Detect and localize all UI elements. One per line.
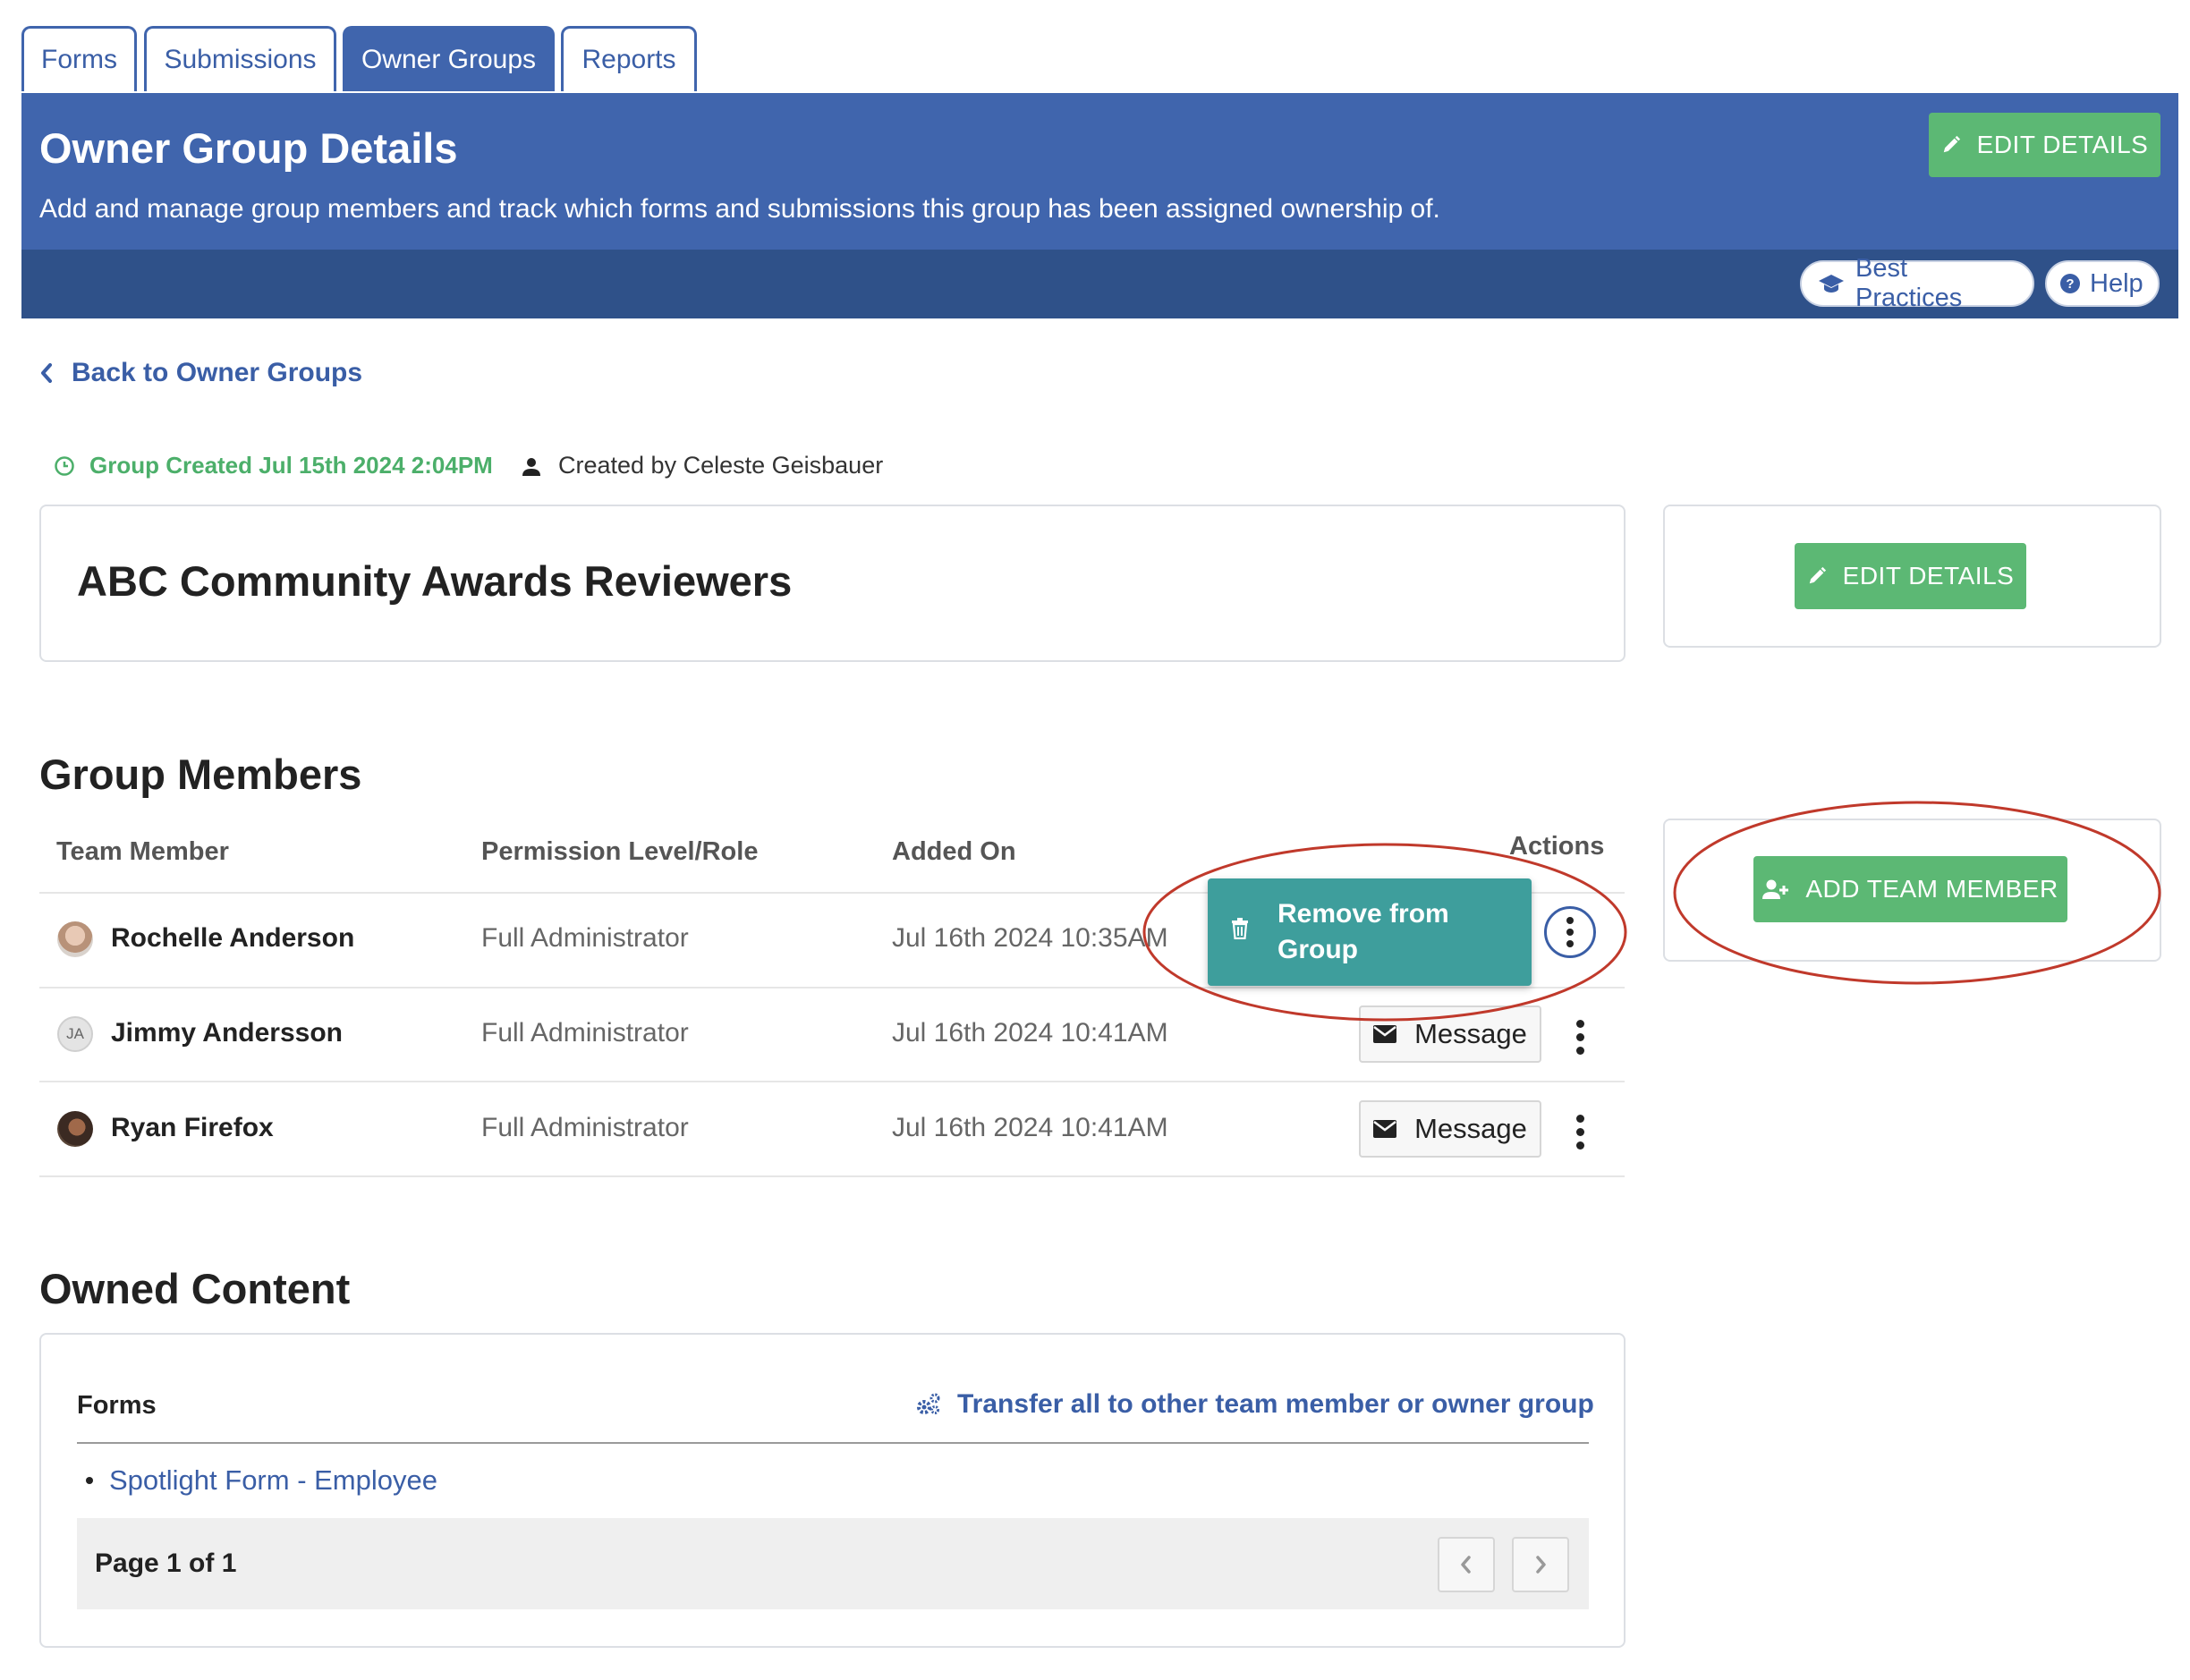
remove-from-group-label-line1: Remove from — [1278, 899, 1449, 929]
chevron-right-icon — [1534, 1555, 1547, 1574]
envelope-icon — [1373, 1025, 1397, 1043]
clock-icon — [54, 455, 75, 477]
group-members-heading: Group Members — [39, 751, 362, 798]
remove-from-group-label: Remove from Group — [1278, 896, 1449, 968]
header-edit-details-label: EDIT DETAILS — [1976, 131, 2149, 158]
group-created-info: Group Created Jul 15th 2024 2:04PM — [54, 452, 493, 479]
forms-divider — [77, 1442, 1589, 1444]
member-added-on: Jul 16th 2024 10:41AM — [892, 1113, 1168, 1142]
svg-text:?: ? — [2066, 276, 2074, 292]
tab-owner-groups[interactable]: Owner Groups — [343, 26, 555, 91]
message-label: Message — [1414, 1018, 1527, 1049]
member-added-on: Jul 16th 2024 10:41AM — [892, 1018, 1168, 1048]
header-edit-details-button[interactable]: EDIT DETAILS — [1929, 113, 2160, 177]
next-page-button[interactable] — [1512, 1537, 1569, 1592]
owned-content-heading: Owned Content — [39, 1265, 351, 1312]
chevron-left-icon — [1460, 1555, 1473, 1574]
member-name: Jimmy Andersson — [111, 1018, 343, 1048]
transfer-all-label: Transfer all to other team member or own… — [957, 1389, 1594, 1419]
created-by-info: Created by Celeste Geisbauer — [521, 452, 883, 479]
best-practices-button[interactable]: Best Practices — [1800, 254, 2034, 312]
pagination-bar — [77, 1518, 1589, 1609]
kebab-icon[interactable] — [1544, 906, 1596, 958]
user-icon — [521, 455, 542, 477]
message-button[interactable]: Message — [1359, 1005, 1541, 1063]
add-team-member-button[interactable]: ADD TEAM MEMBER — [1753, 856, 2067, 922]
created-by-text: Created by Celeste Geisbauer — [558, 452, 884, 479]
cogs-icon — [914, 1392, 941, 1417]
help-button[interactable]: ? Help — [2045, 260, 2160, 307]
form-link[interactable]: Spotlight Form - Employee — [109, 1464, 437, 1497]
group-created-text: Group Created Jul 15th 2024 2:04PM — [89, 452, 493, 479]
avatar — [57, 1111, 93, 1147]
message-button[interactable]: Message — [1359, 1100, 1541, 1158]
tab-reports[interactable]: Reports — [561, 26, 697, 91]
graduation-cap-icon — [1818, 273, 1845, 294]
table-row-divider — [39, 987, 1625, 988]
pencil-icon — [1941, 135, 1961, 155]
question-circle-icon: ? — [2059, 273, 2081, 294]
bullet — [86, 1477, 93, 1484]
member-added-on: Jul 16th 2024 10:35AM — [892, 923, 1168, 953]
column-header-team-member: Team Member — [56, 837, 229, 866]
transfer-all-link[interactable]: Transfer all to other team member or own… — [914, 1389, 1594, 1420]
back-link-label: Back to Owner Groups — [72, 358, 363, 387]
column-header-added-on: Added On — [892, 837, 1016, 866]
table-row-divider — [39, 1175, 1625, 1177]
forms-heading: Forms — [77, 1391, 157, 1420]
column-header-actions: Actions — [1509, 832, 1605, 861]
member-name: Ryan Firefox — [111, 1113, 274, 1142]
member-role: Full Administrator — [481, 923, 689, 953]
page-subtitle: Add and manage group members and track w… — [39, 194, 1440, 224]
add-team-member-label: ADD TEAM MEMBER — [1805, 875, 2058, 903]
trash-icon — [1231, 918, 1249, 939]
pencil-icon — [1807, 566, 1827, 586]
table-row-divider — [39, 1081, 1625, 1082]
column-header-permission: Permission Level/Role — [481, 837, 759, 866]
best-practices-label: Best Practices — [1855, 254, 1963, 312]
page-title: Owner Group Details — [39, 124, 458, 172]
tab-forms[interactable]: Forms — [21, 26, 137, 91]
envelope-icon — [1373, 1120, 1397, 1138]
avatar — [57, 921, 93, 957]
edit-details-button[interactable]: EDIT DETAILS — [1795, 543, 2026, 609]
chevron-left-icon — [39, 362, 54, 384]
remove-from-group-menu-item[interactable]: Remove from Group — [1208, 878, 1532, 986]
list-item: Spotlight Form - Employee — [86, 1464, 437, 1497]
remove-from-group-label-line2: Group — [1278, 935, 1358, 964]
edit-details-label: EDIT DETAILS — [1842, 562, 2015, 590]
member-role: Full Administrator — [481, 1018, 689, 1048]
back-to-owner-groups-link[interactable]: Back to Owner Groups — [39, 358, 362, 388]
tab-submissions[interactable]: Submissions — [144, 26, 336, 91]
user-plus-icon — [1762, 878, 1789, 900]
member-role: Full Administrator — [481, 1113, 689, 1142]
page-indicator: Page 1 of 1 — [95, 1548, 237, 1578]
kebab-icon[interactable] — [1567, 1020, 1592, 1055]
member-name: Rochelle Anderson — [111, 923, 355, 953]
help-label: Help — [2090, 268, 2143, 298]
previous-page-button[interactable] — [1438, 1537, 1495, 1592]
kebab-icon[interactable] — [1567, 1115, 1592, 1150]
group-name: ABC Community Awards Reviewers — [77, 557, 793, 605]
message-label: Message — [1414, 1113, 1527, 1144]
avatar: JA — [57, 1016, 93, 1052]
